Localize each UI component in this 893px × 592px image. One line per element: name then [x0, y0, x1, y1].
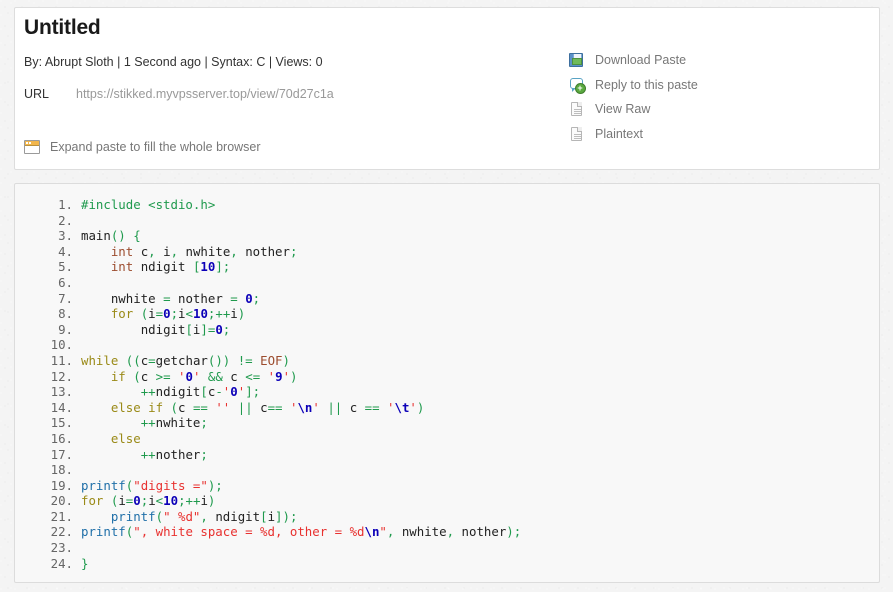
paste-meta: By: Abrupt Sloth | 1 Second ago | Syntax… [24, 55, 323, 69]
line-number: 22. [15, 524, 73, 540]
reply-bubble-icon [568, 77, 584, 93]
line-number: 21. [15, 509, 73, 525]
paste-url-row: URLhttps://stikked.myvpsserver.top/view/… [24, 87, 334, 101]
code-listing: 1.#include <stdio.h>2. 3.main() {4. int … [15, 197, 879, 571]
code-line: 10. [15, 337, 879, 353]
line-code: else [73, 431, 141, 447]
expand-paste-button[interactable]: Expand paste to fill the whole browser [24, 139, 261, 155]
code-line: 1.#include <stdio.h> [15, 197, 879, 213]
view-raw-label: View Raw [595, 102, 650, 116]
line-code: for (i=0;i<10;++i) [73, 306, 245, 322]
line-code: nwhite = nother = 0; [73, 291, 260, 307]
line-number: 6. [15, 275, 73, 291]
code-line: 23. [15, 540, 879, 556]
line-number: 20. [15, 493, 73, 509]
line-number: 17. [15, 447, 73, 463]
line-code [73, 540, 88, 556]
line-number: 13. [15, 384, 73, 400]
line-code: printf(", white space = %d, other = %d\n… [73, 524, 521, 540]
reply-to-paste-label: Reply to this paste [595, 78, 698, 92]
url-value[interactable]: https://stikked.myvpsserver.top/view/70d… [76, 87, 334, 101]
code-line: 24.} [15, 556, 879, 572]
plaintext-label: Plaintext [595, 127, 643, 141]
view-raw-button[interactable]: View Raw [568, 97, 868, 122]
line-number: 14. [15, 400, 73, 416]
code-line: 22.printf(", white space = %d, other = %… [15, 524, 879, 540]
line-number: 12. [15, 369, 73, 385]
code-line: 17. ++nother; [15, 447, 879, 463]
code-line: 19.printf("digits ="); [15, 478, 879, 494]
line-code: while ((c=getchar()) != EOF) [73, 353, 290, 369]
line-code: for (i=0;i<10;++i) [73, 493, 215, 509]
line-code: else if (c == '' || c== '\n' || c == '\t… [73, 400, 424, 416]
line-code: ++ndigit[c-'0']; [73, 384, 260, 400]
line-number: 23. [15, 540, 73, 556]
line-number: 16. [15, 431, 73, 447]
line-code [73, 462, 88, 478]
line-code: printf("digits ="); [73, 478, 223, 494]
reply-to-paste-button[interactable]: Reply to this paste [568, 73, 868, 98]
line-number: 5. [15, 259, 73, 275]
floppy-disk-icon [568, 52, 584, 68]
line-code [73, 275, 88, 291]
line-number: 15. [15, 415, 73, 431]
line-code: } [73, 556, 88, 572]
line-number: 9. [15, 322, 73, 338]
line-number: 10. [15, 337, 73, 353]
line-number: 4. [15, 244, 73, 260]
plaintext-button[interactable]: Plaintext [568, 122, 868, 147]
line-code [73, 337, 88, 353]
expand-paste-label: Expand paste to fill the whole browser [50, 140, 261, 154]
line-code: int ndigit [10]; [73, 259, 230, 275]
paste-info-panel: Untitled By: Abrupt Sloth | 1 Second ago… [14, 7, 880, 170]
document-icon [568, 126, 584, 142]
paste-actions-list: Download Paste Reply to this paste View … [568, 48, 868, 146]
code-line: 8. for (i=0;i<10;++i) [15, 306, 879, 322]
line-code: #include <stdio.h> [73, 197, 215, 213]
line-code [73, 213, 88, 229]
line-code: if (c >= '0' && c <= '9') [73, 369, 298, 385]
line-number: 19. [15, 478, 73, 494]
page-title: Untitled [24, 16, 101, 40]
code-line: 12. if (c >= '0' && c <= '9') [15, 369, 879, 385]
code-line: 7. nwhite = nother = 0; [15, 291, 879, 307]
line-code: ++nwhite; [73, 415, 208, 431]
line-number: 18. [15, 462, 73, 478]
url-label: URL [24, 87, 76, 101]
document-icon [568, 101, 584, 117]
code-line: 21. printf(" %d", ndigit[i]); [15, 509, 879, 525]
line-number: 1. [15, 197, 73, 213]
line-number: 2. [15, 213, 73, 229]
code-line: 2. [15, 213, 879, 229]
code-line: 3.main() { [15, 228, 879, 244]
download-paste-label: Download Paste [595, 53, 686, 67]
line-number: 11. [15, 353, 73, 369]
code-line: 16. else [15, 431, 879, 447]
code-line: 20.for (i=0;i<10;++i) [15, 493, 879, 509]
code-line: 9. ndigit[i]=0; [15, 322, 879, 338]
code-line: 15. ++nwhite; [15, 415, 879, 431]
download-paste-button[interactable]: Download Paste [568, 48, 868, 73]
line-code: main() { [73, 228, 141, 244]
line-number: 7. [15, 291, 73, 307]
browser-window-icon [24, 139, 40, 155]
paste-code-panel[interactable]: 1.#include <stdio.h>2. 3.main() {4. int … [14, 183, 880, 583]
code-line: 14. else if (c == '' || c== '\n' || c ==… [15, 400, 879, 416]
code-line: 6. [15, 275, 879, 291]
line-code: ndigit[i]=0; [73, 322, 230, 338]
code-line: 11.while ((c=getchar()) != EOF) [15, 353, 879, 369]
code-line: 13. ++ndigit[c-'0']; [15, 384, 879, 400]
code-line: 5. int ndigit [10]; [15, 259, 879, 275]
code-line: 18. [15, 462, 879, 478]
line-number: 8. [15, 306, 73, 322]
line-code: printf(" %d", ndigit[i]); [73, 509, 297, 525]
line-code: int c, i, nwhite, nother; [73, 244, 297, 260]
code-line: 4. int c, i, nwhite, nother; [15, 244, 879, 260]
line-number: 3. [15, 228, 73, 244]
line-code: ++nother; [73, 447, 208, 463]
line-number: 24. [15, 556, 73, 572]
